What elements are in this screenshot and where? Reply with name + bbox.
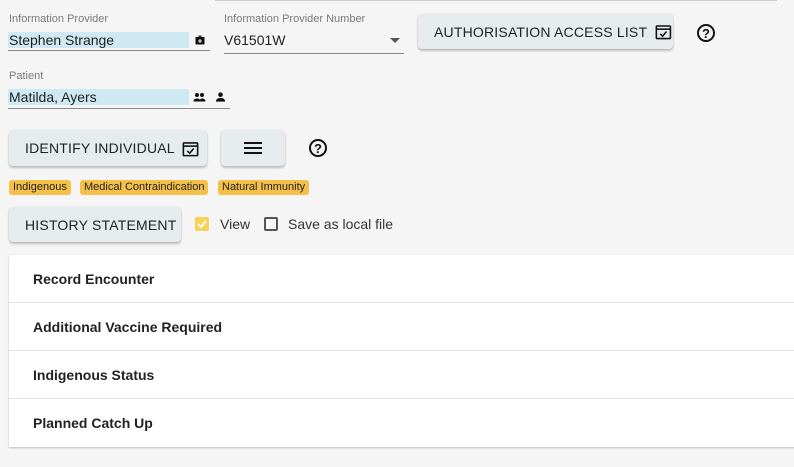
provider-input[interactable]: Stephen Strange xyxy=(8,32,189,48)
help-icon[interactable]: ? xyxy=(697,24,715,42)
panel-additional-vaccine-required[interactable]: Additional Vaccine Required xyxy=(9,303,794,351)
check-icon xyxy=(197,220,207,229)
person-icon[interactable] xyxy=(215,91,226,103)
panel-planned-catch-up[interactable]: Planned Catch Up xyxy=(9,399,794,447)
view-checkbox-label[interactable]: View xyxy=(220,216,250,232)
patient-input[interactable]: Matilda, Ayers xyxy=(8,89,189,105)
medical-bag-icon xyxy=(195,35,205,45)
menu-icon xyxy=(244,142,262,154)
patient-label: Patient xyxy=(9,70,44,82)
tag-natural-immunity: Natural Immunity xyxy=(218,180,310,195)
identify-individual-label: IDENTIFY INDIVIDUAL xyxy=(25,140,175,156)
provider-label: Information Provider xyxy=(9,13,109,25)
encounter-panels: Record Encounter Additional Vaccine Requ… xyxy=(9,255,794,447)
authorisation-access-list-label: AUTHORISATION ACCESS LIST xyxy=(434,23,648,40)
save-local-file-checkbox[interactable] xyxy=(264,217,278,231)
calendar-check-icon xyxy=(182,141,199,156)
tag-medical-contraindication: Medical Contraindication xyxy=(80,180,209,195)
authorisation-access-list-button[interactable]: AUTHORISATION ACCESS LIST xyxy=(418,14,673,49)
help-icon[interactable]: ? xyxy=(309,139,327,157)
chevron-down-icon[interactable] xyxy=(390,38,400,43)
provider-underline xyxy=(8,50,210,51)
top-divider xyxy=(215,0,777,1)
tag-indigenous: Indigenous xyxy=(9,180,71,195)
menu-button[interactable] xyxy=(221,130,285,166)
provider-number-select[interactable]: V61501W xyxy=(224,32,285,48)
panel-indigenous-status[interactable]: Indigenous Status xyxy=(9,351,794,399)
provider-number-label: Information Provider Number xyxy=(224,13,366,25)
panel-record-encounter[interactable]: Record Encounter xyxy=(9,255,794,303)
calendar-check-icon xyxy=(655,25,672,40)
people-icon[interactable] xyxy=(193,91,206,103)
save-local-file-label[interactable]: Save as local file xyxy=(288,216,393,232)
identify-individual-button[interactable]: IDENTIFY INDIVIDUAL xyxy=(9,130,207,166)
view-checkbox[interactable] xyxy=(195,217,209,231)
history-statement-label: HISTORY STATEMENT xyxy=(25,216,177,233)
history-statement-button[interactable]: HISTORY STATEMENT xyxy=(9,207,181,242)
patient-underline xyxy=(8,108,230,109)
provider-number-underline xyxy=(224,53,404,54)
